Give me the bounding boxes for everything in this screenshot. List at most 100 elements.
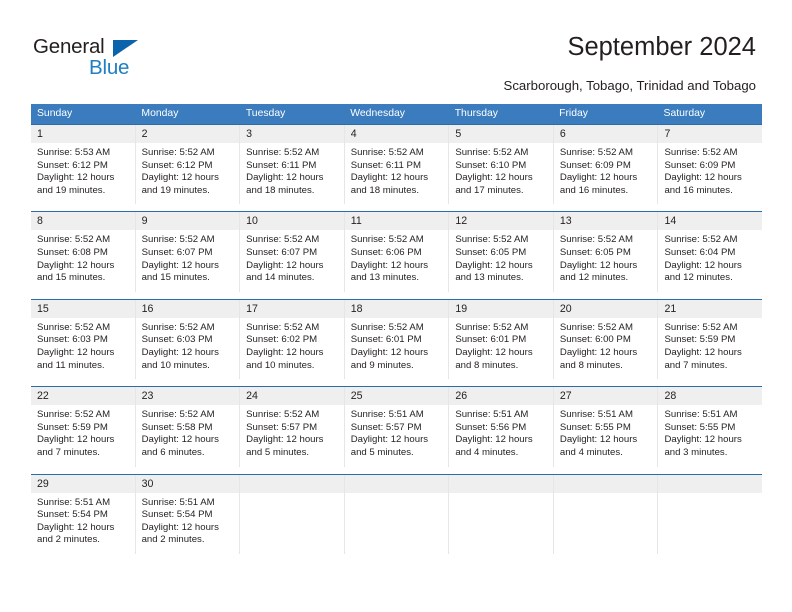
day-cell[interactable]: 16 Sunrise: 5:52 AM Sunset: 6:03 PM Dayligh… [135, 299, 241, 380]
day-cell[interactable]: 20 Sunrise: 5:52 AM Sunset: 6:00 PM Dayligh… [553, 299, 659, 380]
week-spacer [31, 204, 762, 212]
sunset-text: Sunset: 6:00 PM [559, 334, 631, 346]
day-number: 10 [240, 212, 344, 231]
day-cell[interactable]: 15 Sunrise: 5:52 AM Sunset: 6:03 PM Dayligh… [31, 299, 136, 380]
sunrise-text: Sunrise: 5:52 AM [37, 321, 111, 333]
sunrise-text: Sunrise: 5:52 AM [455, 234, 529, 246]
sunrise-text: Sunrise: 5:52 AM [37, 234, 111, 246]
day-cell[interactable]: 25 Sunrise: 5:51 AM Sunset: 5:57 PM Dayligh… [344, 387, 450, 467]
sunrise-text: Sunrise: 5:51 AM [455, 409, 529, 421]
daylight-text-line1: Daylight: 12 hours [664, 172, 742, 184]
day-cell[interactable]: 29 Sunrise: 5:51 AM Sunset: 5:54 PM Dayligh… [31, 474, 136, 554]
day-details: Sunrise: 5:52 AM Sunset: 5:59 PM Daylight:… [31, 405, 135, 466]
sunrise-text: Sunrise: 5:53 AM [37, 147, 111, 158]
day-cell[interactable]: 21 Sunrise: 5:52 AM Sunset: 5:59 PM Dayligh… [658, 299, 763, 380]
weekday-wednesday: Wednesday [350, 108, 405, 119]
daylight-text-line1: Daylight: 12 hours [455, 172, 533, 184]
daylight-text-line2: and 8 minutes. [559, 359, 623, 371]
day-cell[interactable]: 24 Sunrise: 5:52 AM Sunset: 5:57 PM Dayligh… [240, 387, 345, 467]
sunset-text: Sunset: 5:58 PM [141, 421, 213, 433]
sunset-text: Sunset: 6:03 PM [37, 334, 108, 346]
weekday-tuesday: Tuesday [245, 108, 286, 119]
day-cell[interactable]: 19 Sunrise: 5:52 AM Sunset: 6:01 PM Dayligh… [449, 299, 554, 380]
general-blue-logo[interactable]: General Blue [33, 36, 163, 82]
daylight-text-line1: Daylight: 12 hours [246, 346, 324, 358]
daylight-text-line1: Daylight: 12 hours [37, 346, 115, 358]
week-spacer [31, 553, 762, 561]
day-cell[interactable]: 8 Sunrise: 5:52 AM Sunset: 6:08 PM Daylight… [31, 212, 136, 292]
sunrise-text: Sunrise: 5:52 AM [350, 147, 424, 158]
sunset-text: Sunset: 6:01 PM [455, 334, 527, 346]
day-details: Sunrise: 5:52 AM Sunset: 6:05 PM Daylight:… [449, 230, 553, 291]
page-title: September 2024 [567, 33, 756, 61]
sunrise-text: Sunrise: 5:52 AM [664, 147, 738, 158]
calendar-week-row: 1 Sunrise: 5:53 AM Sunset: 6:12 PM Daylight… [31, 124, 763, 212]
day-cell[interactable]: 4 Sunrise: 5:52 AM Sunset: 6:11 PM Daylight… [344, 125, 450, 205]
calendar-week-row: 22 Sunrise: 5:52 AM Sunset: 5:59 PM Dayligh… [31, 386, 763, 474]
day-number: 17 [240, 299, 344, 318]
day-cell[interactable]: 12 Sunrise: 5:52 AM Sunset: 6:05 PM Dayligh… [449, 212, 554, 292]
weekday-sunday: Sunday [37, 108, 73, 119]
day-cell[interactable]: 17 Sunrise: 5:52 AM Sunset: 6:02 PM Dayligh… [240, 299, 345, 380]
sunset-text: Sunset: 5:57 PM [350, 421, 422, 433]
day-number: 26 [449, 387, 553, 406]
day-number: 30 [135, 474, 240, 493]
daylight-text-line1: Daylight: 12 hours [141, 259, 219, 271]
daylight-text-line1: Daylight: 12 hours [559, 434, 638, 446]
calendar-week-row: 15 Sunrise: 5:52 AM Sunset: 6:03 PM Dayligh… [31, 298, 763, 387]
day-cell[interactable]: 23 Sunrise: 5:52 AM Sunset: 5:58 PM Dayligh… [135, 387, 241, 467]
day-cell[interactable]: 9 Sunrise: 5:52 AM Sunset: 6:07 PM Daylight… [135, 212, 241, 292]
day-details: Sunrise: 5:52 AM Sunset: 6:08 PM Daylight:… [31, 230, 135, 291]
day-details: Sunrise: 5:52 AM Sunset: 6:11 PM Daylight:… [240, 143, 344, 204]
sunrise-text: Sunrise: 5:51 AM [141, 496, 215, 508]
day-cell[interactable]: 2 Sunrise: 5:52 AM Sunset: 6:12 PM Daylight… [135, 125, 241, 205]
day-cell[interactable]: 30 Sunrise: 5:51 AM Sunset: 5:54 PM Dayligh… [135, 474, 241, 554]
day-cell[interactable]: 1 Sunrise: 5:53 AM Sunset: 6:12 PM Daylight… [31, 125, 136, 205]
sunset-text: Sunset: 6:08 PM [37, 246, 108, 258]
weekday-monday: Monday [141, 108, 179, 119]
logo-word-general: General [33, 35, 105, 58]
daylight-text-line2: and 10 minutes. [141, 359, 210, 371]
logo-triangle-icon [113, 40, 138, 57]
daylight-text-line2: and 7 minutes. [664, 359, 728, 371]
day-number: 19 [449, 299, 553, 318]
day-cell-empty [658, 474, 763, 554]
daylight-text-line2: and 6 minutes. [141, 446, 205, 458]
day-cell[interactable]: 22 Sunrise: 5:52 AM Sunset: 5:59 PM Dayligh… [31, 387, 136, 467]
daylight-text-line2: and 9 minutes. [350, 359, 414, 371]
daylight-text-line1: Daylight: 12 hours [141, 346, 219, 358]
day-cell[interactable]: 10 Sunrise: 5:52 AM Sunset: 6:07 PM Dayligh… [240, 212, 345, 292]
day-cell[interactable]: 3 Sunrise: 5:52 AM Sunset: 6:11 PM Daylight… [240, 125, 345, 205]
sunrise-text: Sunrise: 5:52 AM [559, 234, 633, 246]
day-cell[interactable]: 6 Sunrise: 5:52 AM Sunset: 6:09 PM Daylight… [553, 125, 659, 205]
day-number: 27 [553, 387, 658, 406]
sunset-text: Sunset: 6:07 PM [246, 246, 318, 258]
day-number [240, 474, 344, 493]
day-cell[interactable]: 5 Sunrise: 5:52 AM Sunset: 6:10 PM Daylight… [449, 125, 554, 205]
sunset-text: Sunset: 6:12 PM [37, 159, 108, 171]
sunset-text: Sunset: 6:03 PM [141, 334, 213, 346]
sunset-text: Sunset: 5:54 PM [37, 509, 108, 521]
daylight-text-line2: and 2 minutes. [141, 534, 205, 546]
daylight-text-line1: Daylight: 12 hours [141, 521, 219, 533]
day-cell[interactable]: 18 Sunrise: 5:52 AM Sunset: 6:01 PM Dayligh… [344, 299, 450, 380]
daylight-text-line2: and 5 minutes. [246, 446, 310, 458]
day-cell[interactable]: 14 Sunrise: 5:52 AM Sunset: 6:04 PM Dayligh… [658, 212, 763, 292]
day-details: Sunrise: 5:52 AM Sunset: 6:02 PM Daylight:… [240, 318, 344, 379]
day-cell[interactable]: 27 Sunrise: 5:51 AM Sunset: 5:55 PM Dayligh… [553, 387, 659, 467]
daylight-text-line1: Daylight: 12 hours [559, 259, 638, 271]
day-cell[interactable]: 28 Sunrise: 5:51 AM Sunset: 5:55 PM Dayligh… [658, 387, 763, 467]
day-cell[interactable]: 26 Sunrise: 5:51 AM Sunset: 5:56 PM Dayligh… [449, 387, 554, 467]
day-cell[interactable]: 7 Sunrise: 5:52 AM Sunset: 6:09 PM Daylight… [658, 125, 763, 205]
day-cell[interactable]: 13 Sunrise: 5:52 AM Sunset: 6:05 PM Dayligh… [553, 212, 659, 292]
day-cell-empty [240, 474, 345, 554]
sunrise-text: Sunrise: 5:52 AM [246, 234, 320, 246]
day-cell[interactable]: 11 Sunrise: 5:52 AM Sunset: 6:06 PM Dayligh… [344, 212, 450, 292]
sunset-text: Sunset: 5:55 PM [559, 421, 631, 433]
day-number: 24 [240, 387, 344, 406]
day-details: Sunrise: 5:51 AM Sunset: 5:56 PM Daylight:… [449, 405, 553, 466]
daylight-text-line2: and 16 minutes. [664, 184, 733, 196]
day-details: Sunrise: 5:53 AM Sunset: 6:12 PM Daylight:… [31, 143, 135, 204]
sunset-text: Sunset: 6:05 PM [455, 246, 527, 258]
week-spacer [31, 291, 762, 299]
